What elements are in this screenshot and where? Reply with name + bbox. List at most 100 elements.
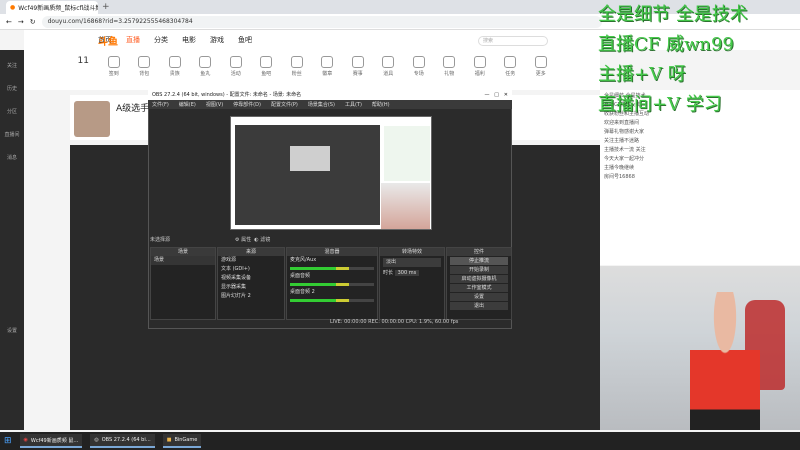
source-item[interactable]: 显示器采集	[218, 283, 284, 292]
feature-icon[interactable]: 礼物	[434, 56, 465, 77]
sidebar-item[interactable]: 历史	[7, 85, 17, 92]
duration-input[interactable]: 300 ms	[394, 270, 420, 276]
feature-glyph-icon	[351, 56, 364, 68]
url-field[interactable]: douyu.com/16868?rid=3.257922555468304784	[41, 15, 602, 28]
reload-icon[interactable]: ↻	[30, 18, 36, 26]
feature-label: 粉丝	[291, 71, 302, 77]
feature-icon[interactable]: 赛事	[343, 56, 374, 77]
search-input[interactable]: 搜索	[478, 36, 548, 46]
source-item[interactable]: 图片幻灯片 2	[218, 292, 284, 301]
menu-item[interactable]: 配置文件(P)	[271, 101, 298, 108]
menu-item[interactable]: 停靠部件(D)	[233, 101, 261, 108]
menu-item[interactable]: 编辑(E)	[179, 101, 196, 108]
volume-meter[interactable]	[290, 267, 374, 270]
menu-item[interactable]: 文件(F)	[152, 101, 169, 108]
studio-mode-button[interactable]: 工作室模式	[450, 284, 508, 292]
taskbar-item[interactable]: ◎ OBS 27.2.4 (64 bi…	[90, 434, 155, 448]
feature-icon[interactable]: 道具	[373, 56, 404, 77]
sidebar-item[interactable]: 关注	[7, 62, 17, 69]
feature-glyph-icon	[412, 56, 425, 68]
transition-select[interactable]: 淡出	[383, 258, 441, 267]
feature-icon[interactable]: 福利	[465, 56, 496, 77]
menu-item[interactable]: 工具(T)	[345, 101, 362, 108]
filters-button[interactable]: ◐ 滤镜	[254, 237, 270, 243]
source-item[interactable]: 视频采集设备	[218, 274, 284, 283]
controls-dock: 控件 停止推流 开始录制 启动虚拟摄像机 工作室模式 设置 退出	[446, 247, 512, 320]
nav-item[interactable]: 鱼吧	[238, 35, 252, 45]
feature-icon[interactable]: 专场	[404, 56, 435, 77]
nav-item[interactable]: 电影	[182, 35, 196, 45]
stream-text-overlay: 全是细节 全是技术 直播CF 威wn99 主播+V 呀 直播间+V 学习	[598, 0, 800, 160]
feature-label: 更多	[535, 71, 546, 77]
back-icon[interactable]: ←	[6, 18, 12, 26]
menu-item[interactable]: 视图(V)	[206, 101, 223, 108]
filters-label: 滤镜	[260, 237, 271, 243]
taskbar-item[interactable]: ■ BinGame	[162, 434, 202, 448]
feature-glyph-icon	[199, 56, 212, 68]
preview-nested-window	[290, 146, 330, 171]
menu-item[interactable]: 帮助(H)	[372, 101, 390, 108]
chat-line: 主播今晚继续	[604, 165, 635, 171]
feature-icon[interactable]: 鱼吧	[251, 56, 282, 77]
sidebar-item[interactable]: 消息	[7, 154, 17, 161]
exit-button[interactable]: 退出	[450, 302, 508, 310]
scene-item[interactable]: 场景	[151, 256, 215, 265]
audio-mixer-dock: 混音器 麦克风/Aux 桌面音频 桌面音频 2	[286, 247, 378, 320]
nav-item[interactable]: 分类	[154, 35, 168, 45]
forward-icon[interactable]: →	[18, 18, 24, 26]
main-nav: 首页 直播 分类 电影 游戏 鱼吧	[98, 35, 266, 45]
feature-icon[interactable]: 签到	[99, 56, 130, 77]
sources-dock: 来源 游戏源 文本 (GDI+) 视频采集设备 显示器采集 图片幻灯片 2	[217, 247, 285, 320]
streamer-avatar[interactable]	[74, 101, 110, 137]
feature-icon[interactable]: 贵族	[160, 56, 191, 77]
feature-glyph-icon	[534, 56, 547, 68]
sidebar-item[interactable]: 直播间	[4, 131, 19, 138]
feature-glyph-icon	[504, 56, 517, 68]
feature-icon[interactable]: 更多	[526, 56, 557, 77]
feature-label: 徽章	[322, 71, 333, 77]
feature-icon[interactable]: 任务	[495, 56, 526, 77]
hours-badge: 11	[68, 56, 99, 66]
menu-item[interactable]: 场景集合(S)	[308, 101, 335, 108]
overlay-line: 直播间+V 学习	[598, 94, 722, 115]
sidebar-item[interactable]: 分区	[7, 108, 17, 115]
settings-button[interactable]: 设置	[450, 293, 508, 301]
feature-label: 任务	[505, 71, 516, 77]
feature-icon[interactable]: 背包	[129, 56, 160, 77]
feature-label: 贵族	[169, 71, 180, 77]
volume-meter[interactable]	[290, 299, 374, 302]
feature-icon[interactable]: 徽章	[312, 56, 343, 77]
new-tab-button[interactable]: +	[102, 2, 110, 12]
nav-item[interactable]: 直播	[126, 35, 140, 45]
close-icon[interactable]: ✕	[504, 92, 508, 98]
url-text: douyu.com/16868?rid=3.257922555468304784	[47, 18, 193, 25]
feature-label: 背包	[139, 71, 150, 77]
start-recording-button[interactable]: 开始录制	[450, 266, 508, 274]
virtual-camera-button[interactable]: 启动虚拟摄像机	[450, 275, 508, 283]
chat-line: 房间号16868	[604, 174, 635, 180]
browser-tab[interactable]: ● Wcf49新画质频_鼠标cfl战斗集 - ✕	[6, 1, 98, 14]
taskbar-item[interactable]: ◉ Wcf49新画质频 鼠…	[19, 434, 83, 448]
nav-item[interactable]: 游戏	[210, 35, 224, 45]
preview-screen-capture	[235, 125, 380, 225]
left-sidebar: 关注 历史 分区 直播间 消息 设置	[0, 50, 24, 430]
feature-icon[interactable]: 粉丝	[282, 56, 313, 77]
windows-start-icon[interactable]: ⊞	[4, 436, 12, 446]
source-item[interactable]: 游戏源	[218, 256, 284, 265]
feature-icon[interactable]: 鱼丸	[190, 56, 221, 77]
mixer-channel: 桌面音频	[290, 273, 311, 279]
maximize-icon[interactable]: □	[494, 92, 499, 98]
duration-row: 时长 300 ms	[380, 269, 444, 278]
stop-streaming-button[interactable]: 停止推流	[450, 257, 508, 265]
feature-icon[interactable]: 活动	[221, 56, 252, 77]
properties-button[interactable]: ⚙ 属性	[235, 237, 251, 243]
duration-label: 时长	[383, 270, 394, 276]
no-source-selected: 未选择源	[150, 237, 171, 243]
site-logo[interactable]: 斗鱼	[98, 33, 118, 48]
minimize-icon[interactable]: —	[485, 92, 490, 98]
bingame-icon: ■	[166, 437, 172, 443]
volume-meter[interactable]	[290, 283, 374, 286]
source-item[interactable]: 文本 (GDI+)	[218, 265, 284, 274]
sidebar-item[interactable]: 设置	[7, 327, 17, 334]
dock-title: 转场特效	[380, 248, 444, 256]
